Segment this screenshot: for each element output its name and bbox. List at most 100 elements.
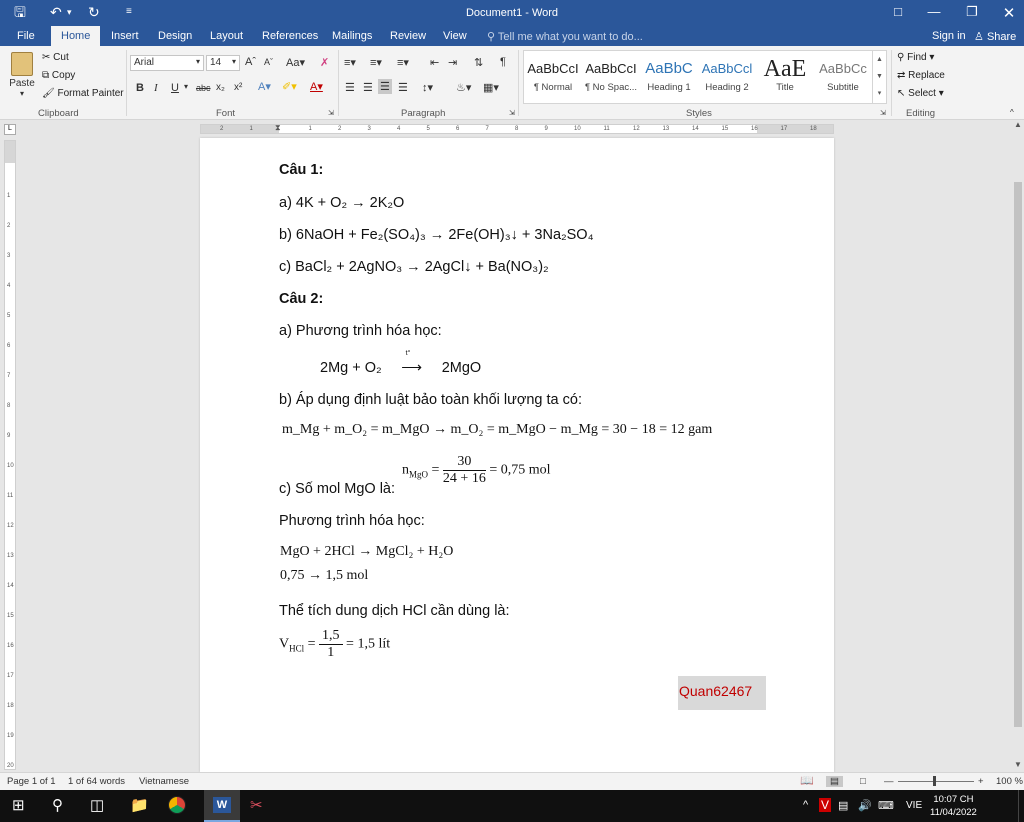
grow-font-icon[interactable]: Aˆ [245,56,256,68]
align-center-icon[interactable]: ☰ [363,81,373,94]
cut-button[interactable]: ✂ Cut [42,52,69,63]
style-normal[interactable]: AaBbCcI ¶ Normal [524,56,582,102]
tab-design[interactable]: Design [158,30,192,42]
subscript-button[interactable]: x₂ [216,82,225,93]
tab-selector[interactable]: L [4,124,16,135]
clear-formatting-icon[interactable]: ✗ [320,56,329,69]
chevron-up-icon[interactable]: ^ [803,799,808,811]
justify-icon[interactable]: ☰ [378,79,392,94]
superscript-button[interactable]: x² [234,82,242,93]
strikethrough-button[interactable]: abc [196,83,211,93]
volume-icon[interactable]: 🔊 [858,799,872,812]
tab-insert[interactable]: Insert [111,30,139,42]
change-case-icon[interactable]: Aa▾ [286,56,305,69]
ribbon-display-icon[interactable]: □ [886,4,910,19]
bold-button[interactable]: B [136,82,144,94]
zoom-slider-thumb[interactable] [933,776,936,786]
align-left-icon[interactable]: ☰ [345,81,355,94]
font-color-icon[interactable]: A▾ [310,80,323,93]
italic-button[interactable]: I [154,82,158,94]
replace-button[interactable]: ⇄ Replace [897,70,945,81]
dialog-launcher-icon[interactable]: ⇲ [328,109,334,117]
show-desktop[interactable] [1018,790,1024,822]
vietkey-icon[interactable]: V [819,798,832,812]
collapse-ribbon-icon[interactable]: ^ [1010,108,1014,117]
chrome-icon[interactable] [168,796,186,818]
scroll-up-icon[interactable]: ▲ [1014,120,1022,129]
tab-references[interactable]: References [262,30,318,42]
select-button[interactable]: ↖ Select ▾ [897,88,944,99]
text-effects-icon[interactable]: A▾ [258,80,271,93]
word-taskbar-icon[interactable]: W [204,790,240,822]
borders-icon[interactable]: ▦▾ [483,81,499,94]
horizontal-ruler[interactable]: ⧗ 2 1 1 2 3 4 5 6 7 8 9 10 11 12 13 14 15 16 17 18 [200,123,834,134]
tab-home[interactable]: Home [51,26,101,46]
tell-me-box[interactable]: ⚲ Tell me what you want to do... [487,30,643,43]
tab-layout[interactable]: Layout [210,30,243,42]
shrink-font-icon[interactable]: Aˇ [264,57,273,67]
sort-icon[interactable]: ⇅ [474,56,483,69]
zoom-in-icon[interactable]: + [978,776,984,787]
decrease-indent-icon[interactable]: ⇤ [430,56,439,69]
style-title[interactable]: AaE Title [756,56,814,102]
increase-indent-icon[interactable]: ⇥ [448,56,457,69]
print-layout-icon[interactable]: ▤ [826,776,843,787]
styles-scroll[interactable]: ▲ ▼ ▾ [872,51,886,103]
tab-file[interactable]: File [17,30,35,42]
style-subtitle[interactable]: AaBbCc Subtitle [814,56,872,102]
zoom-slider[interactable] [898,781,974,782]
language-indicator[interactable]: Vietnamese [139,776,189,787]
format-painter-button[interactable]: 🖌 Format Painter [42,88,124,99]
restore-button[interactable]: ❐ [960,4,984,20]
style-no-spacing[interactable]: AaBbCcI ¶ No Spac... [582,56,640,102]
page-count[interactable]: Page 1 of 1 [7,776,56,787]
snipping-tool-icon[interactable]: ✂ [250,796,263,814]
numbering-icon[interactable]: ≡▾ [370,56,382,69]
scroll-down-icon[interactable]: ▼ [1014,760,1022,769]
distributed-icon[interactable]: ☰ [398,81,408,94]
indent-marker[interactable]: ⧗ [275,123,281,133]
search-icon[interactable]: ⚲ [52,796,63,814]
read-mode-icon[interactable]: 📖 [800,774,814,787]
clock[interactable]: 10:07 CH 11/04/2022 [930,793,977,819]
vertical-ruler[interactable]: 1 2 3 4 5 6 7 8 9 10 11 12 13 14 15 16 17 18 19 20 [4,140,16,770]
multilevel-list-icon[interactable]: ≡▾ [397,56,409,69]
find-button[interactable]: ⚲ Find ▾ [897,52,934,63]
tab-review[interactable]: Review [390,30,426,42]
task-view-icon[interactable]: ◫ [90,796,104,814]
minimize-button[interactable]: — [922,4,946,19]
document-page[interactable]: Câu 1: a) 4K + O₂ → 2K₂O b) 6NaOH + Fe₂(… [200,138,834,772]
sign-in-link[interactable]: Sign in [932,30,966,42]
ruler-tick: 13 [662,126,670,132]
highlight-icon[interactable]: ✐▾ [282,80,297,93]
vertical-scrollbar[interactable]: ▲ ▼ [1012,120,1024,772]
font-size-select[interactable]: 14 ▾ [206,55,240,71]
web-layout-icon[interactable]: □ [860,776,866,787]
close-button[interactable]: ✕ [997,4,1021,22]
zoom-level[interactable]: 100 % [996,776,1023,787]
scrollbar-thumb[interactable] [1014,182,1022,727]
share-button[interactable]: ♙ Share [974,30,1016,43]
file-explorer-icon[interactable]: 📁 [130,796,149,814]
style-heading-2[interactable]: AaBbCcl Heading 2 [698,56,756,102]
zoom-out-icon[interactable]: — [884,776,894,787]
bullets-icon[interactable]: ≡▾ [344,56,356,69]
line-spacing-icon[interactable]: ↕▾ [422,81,433,94]
word-count[interactable]: 1 of 64 words [68,776,125,787]
pilcrow-icon[interactable]: ¶ [500,56,506,68]
copy-button[interactable]: ⧉ Copy [42,70,75,81]
windows-start-icon[interactable]: ⊞ [12,796,25,814]
tab-view[interactable]: View [443,30,467,42]
tab-mailings[interactable]: Mailings [332,30,372,42]
paste-button[interactable]: Paste ▾ [8,52,36,104]
underline-button[interactable]: U [171,82,179,94]
shading-icon[interactable]: ♨▾ [456,81,471,94]
dialog-launcher-icon[interactable]: ⇲ [509,109,515,117]
network-icon[interactable]: ▤ [838,799,848,812]
chevron-down-icon[interactable]: ▾ [184,82,188,91]
style-heading-1[interactable]: AaBbC Heading 1 [640,56,698,102]
keyboard-icon[interactable]: ⌨ [878,799,894,812]
language-indicator[interactable]: VIE [906,800,922,811]
font-name-select[interactable]: Arial ▾ [130,55,204,71]
dialog-launcher-icon[interactable]: ⇲ [880,109,886,117]
